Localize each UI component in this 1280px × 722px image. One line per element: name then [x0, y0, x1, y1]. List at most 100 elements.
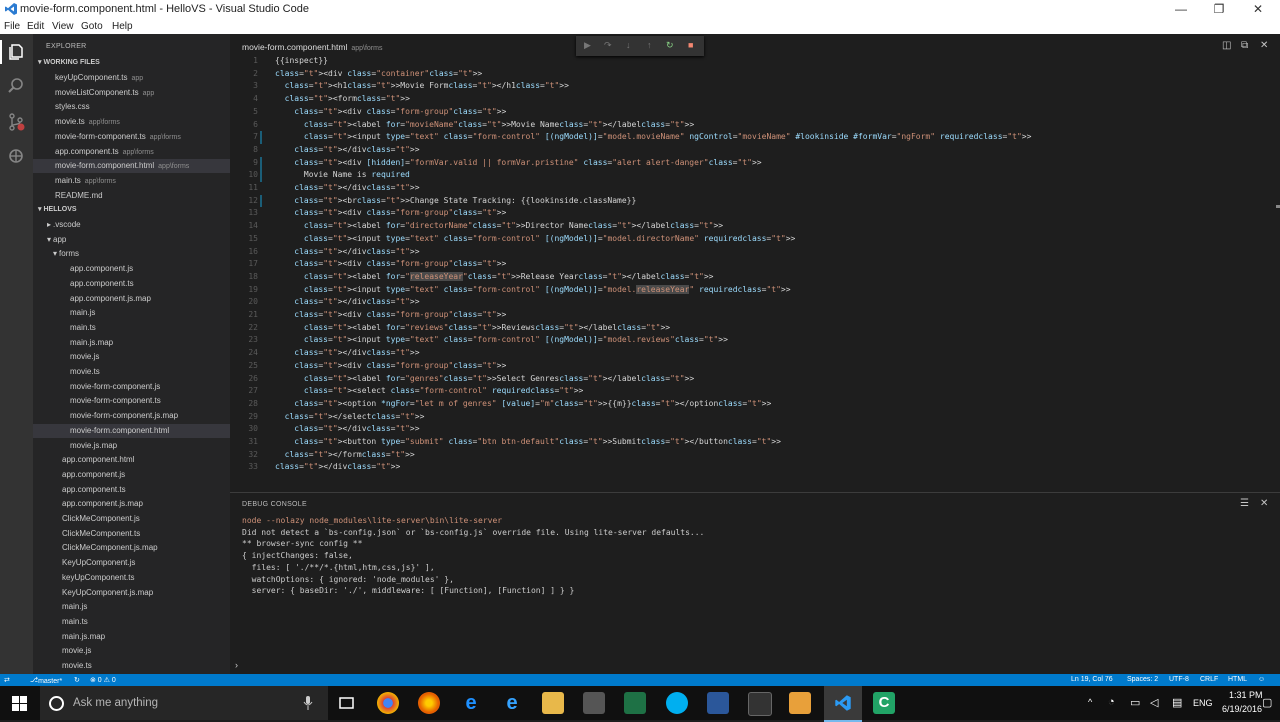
tree-item[interactable]: ClickMeComponent.js.map [33, 541, 230, 555]
code-line[interactable]: class="t"></divclass="t">> [275, 296, 419, 309]
debug-icon[interactable] [6, 146, 26, 166]
code-line[interactable]: {{inspect}} [275, 55, 328, 68]
tree-item[interactable]: movie-form-component.js [33, 380, 230, 394]
menu-help[interactable]: Help [112, 21, 133, 32]
code-line[interactable]: class="t"></formclass="t">> [275, 449, 415, 462]
encoding[interactable]: UTF-8 [1169, 676, 1189, 683]
code-line[interactable]: class="t"></divclass="t">> [275, 423, 419, 436]
working-file-item[interactable]: movieListComponent.ts app [33, 86, 230, 100]
code-line[interactable]: class="t"><div class="form-group"class="… [275, 106, 506, 119]
tree-item[interactable]: app.component.js.map [33, 497, 230, 511]
tree-item[interactable]: main.js.map [33, 630, 230, 644]
working-file-item[interactable]: styles.css [33, 100, 230, 114]
working-files-section[interactable]: ▾ WORKING FILES [33, 56, 230, 70]
tree-item[interactable]: app.component.ts [33, 483, 230, 497]
edge-icon[interactable]: e [460, 692, 482, 714]
tree-item[interactable]: KeyUpComponent.js.map [33, 586, 230, 600]
code-line[interactable]: class="t"><button type="submit" class="b… [275, 436, 781, 449]
close-panel-icon[interactable]: ✕ [1260, 498, 1268, 509]
tree-item[interactable]: movie.js [33, 644, 230, 658]
code-line[interactable]: class="t"><div class="form-group"class="… [275, 360, 506, 373]
step-over-icon[interactable]: ↷ [604, 40, 612, 51]
maximize-button[interactable]: ❐ [1209, 2, 1229, 16]
tree-item[interactable]: ClickMeComponent.ts [33, 527, 230, 541]
code-line[interactable]: class="t"></divclass="t">> [275, 246, 419, 259]
working-file-item[interactable]: movie-form-component.ts app\forms [33, 130, 230, 144]
language-mode[interactable]: HTML [1228, 676, 1247, 683]
smiley-icon[interactable]: ☺ [1258, 676, 1265, 683]
tree-item[interactable]: app.component.js.map [33, 292, 230, 306]
code-line[interactable]: class="t"><label for="genres"class="t">>… [275, 373, 694, 386]
code-line[interactable]: class="t"></divclass="t">> [275, 144, 419, 157]
code-line[interactable]: class="t"><option *ngFor="let m of genre… [275, 398, 771, 411]
code-line[interactable]: class="t"><div class="container"class="t… [275, 68, 482, 81]
code-line[interactable]: class="t"><label for="releaseYear"class=… [275, 271, 713, 284]
ie-icon[interactable]: e [501, 692, 523, 714]
excel-icon[interactable] [624, 692, 646, 714]
code-line[interactable]: class="t"><div class="form-group"class="… [275, 207, 506, 220]
microphone-icon[interactable] [303, 696, 313, 710]
tree-item[interactable]: app.component.ts [33, 277, 230, 291]
code-line[interactable]: class="t"><input type="text" class="form… [275, 334, 728, 347]
network-icon[interactable]: ▭ [1130, 696, 1140, 709]
indentation[interactable]: Spaces: 2 [1127, 676, 1158, 683]
step-out-icon[interactable]: ↑ [647, 40, 652, 50]
continue-icon[interactable]: ▶ [584, 40, 591, 51]
code-line[interactable]: class="t"><select class="form-control" r… [275, 385, 583, 398]
editor-scrollbar[interactable] [1272, 55, 1280, 492]
git-icon[interactable] [6, 112, 26, 132]
clock-time[interactable]: 1:31 PM [1229, 690, 1263, 700]
open-preview-icon[interactable]: ⧉ [1241, 40, 1248, 51]
chrome-icon[interactable] [377, 692, 399, 714]
code-line[interactable]: class="t"><input type="text" class="form… [275, 233, 795, 246]
tree-item[interactable]: ▾ forms [33, 247, 230, 261]
word-icon[interactable] [707, 692, 729, 714]
tree-item[interactable]: movie.ts [33, 659, 230, 673]
problems-indicator[interactable]: ⊗ 0 ⚠ 0 [90, 676, 116, 684]
code-line[interactable]: class="t"></selectclass="t">> [275, 411, 425, 424]
windows-start-icon[interactable] [12, 696, 27, 711]
project-section[interactable]: ▾ HELLOVS [33, 203, 230, 217]
tree-item[interactable]: movie-form.component.html [33, 423, 230, 438]
tree-item[interactable]: keyUpComponent.ts [33, 571, 230, 585]
tree-item[interactable]: main.js [33, 306, 230, 320]
volume-icon[interactable]: ◁ [1150, 696, 1158, 709]
tree-item[interactable]: movie.js [33, 350, 230, 364]
clock-date[interactable]: 6/19/2016 [1222, 704, 1262, 714]
code-line[interactable]: class="t"><label for="directorName"class… [275, 220, 723, 233]
working-file-item[interactable]: app.component.ts app\forms [33, 145, 230, 159]
tree-item[interactable]: KeyUpComponent.js [33, 556, 230, 570]
cursor-position[interactable]: Ln 19, Col 76 [1071, 676, 1113, 683]
tree-item[interactable]: main.js.map [33, 336, 230, 350]
tree-item[interactable]: main.ts [33, 615, 230, 629]
firefox-icon[interactable] [418, 692, 440, 714]
task-view-icon[interactable] [338, 696, 355, 710]
skype-icon[interactable] [666, 692, 688, 714]
working-file-item[interactable]: keyUpComponent.ts app [33, 71, 230, 85]
code-line[interactable]: class="t"><div [hidden]="formVar.valid |… [275, 157, 761, 170]
working-file-item[interactable]: README.md [33, 189, 230, 203]
tree-item[interactable]: movie-form-component.ts [33, 394, 230, 408]
tree-item[interactable]: main.js [33, 600, 230, 614]
menu-view[interactable]: View [52, 21, 74, 32]
kindle-icon[interactable] [748, 692, 772, 716]
store-icon[interactable] [583, 692, 605, 714]
menu-goto[interactable]: Goto [81, 21, 103, 32]
code-line[interactable]: class="t"><input type="text" class="form… [275, 284, 791, 297]
code-line[interactable]: class="t"></divclass="t">> [275, 182, 419, 195]
git-branch[interactable]: ⎇ master* [30, 676, 62, 685]
tray-expand-icon[interactable]: ^ [1088, 697, 1092, 707]
minimize-button[interactable]: — [1171, 2, 1191, 16]
tree-item[interactable]: movie-form-component.js.map [33, 409, 230, 423]
code-line[interactable]: class="t"><input type="text" class="form… [275, 131, 1032, 144]
stop-icon[interactable]: ■ [688, 40, 693, 50]
working-file-item[interactable]: movie-form.component.html app\forms [33, 159, 230, 174]
code-line[interactable]: class="t"></divclass="t">> [275, 347, 419, 360]
code-line[interactable]: class="t"><formclass="t">> [275, 93, 410, 106]
tree-item[interactable]: ▾ app [33, 233, 230, 247]
tree-item[interactable]: ClickMeComponent.js [33, 512, 230, 526]
editor-title[interactable]: movie-form.component.html app\forms [242, 42, 382, 52]
camtasia-icon[interactable]: C [873, 692, 895, 714]
console-prompt[interactable]: › [235, 660, 238, 670]
code-line[interactable]: class="t"><div class="form-group"class="… [275, 309, 506, 322]
